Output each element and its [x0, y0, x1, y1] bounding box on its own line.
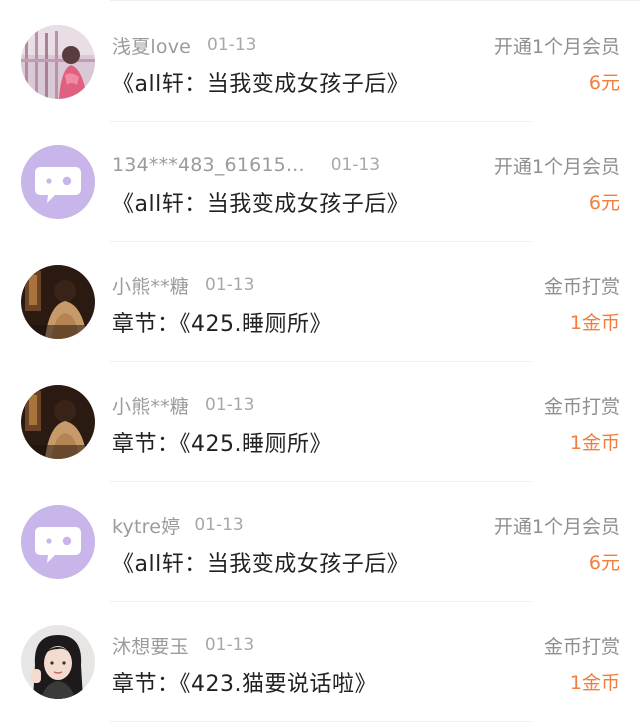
default-chat-bubble-avatar-icon [21, 145, 95, 219]
record-type: 开通1个月会员 [493, 36, 620, 58]
record-amount: 1金币 [569, 312, 620, 334]
list-item[interactable]: 134***483_61615... 01-13 开通1个月会员 《all轩：当… [0, 122, 640, 242]
book-title[interactable]: 《all轩：当我变成女孩子后》 [112, 186, 409, 218]
record-type: 开通1个月会员 [493, 156, 620, 178]
list-item[interactable]: 浅夏love 01-13 开通1个月会员 《all轩：当我变成女孩子后》 6元 [0, 2, 640, 122]
user-photo-portrait-icon [21, 625, 95, 699]
list-item[interactable]: kytre婷 01-13 开通1个月会员 《all轩：当我变成女孩子后》 6元 [0, 482, 640, 602]
record-date: 01-13 [204, 635, 255, 655]
chapter-title[interactable]: 章节：《425.睡厕所》 [112, 426, 332, 458]
book-title[interactable]: 《all轩：当我变成女孩子后》 [112, 66, 409, 98]
record-type: 开通1个月会员 [493, 516, 620, 538]
book-title[interactable]: 《all轩：当我变成女孩子后》 [112, 546, 409, 578]
record-type: 金币打赏 [543, 396, 620, 418]
list-item[interactable]: 沐想要玉 01-13 金币打赏 章节：《423.猫要说话啦》 1金币 [0, 602, 640, 722]
user-info-line: kytre婷 01-13 [112, 512, 244, 538]
record-amount: 1金币 [569, 672, 620, 694]
user-info-line: 134***483_61615... 01-13 [112, 152, 380, 178]
record-date: 01-13 [330, 155, 381, 175]
list-item[interactable]: 小熊**糖 01-13 金币打赏 章节：《425.睡厕所》 1金币 [0, 242, 640, 362]
list-item[interactable]: 小熊**糖 01-13 金币打赏 章节：《425.睡厕所》 1金币 [0, 362, 640, 482]
user-info-line: 小熊**糖 01-13 [112, 272, 254, 298]
record-date: 01-13 [205, 395, 255, 415]
default-chat-bubble-avatar-icon [21, 505, 95, 579]
user-info-line: 浅夏love 01-13 [112, 32, 256, 58]
record-amount: 6元 [588, 552, 620, 574]
record-amount: 1金币 [569, 432, 620, 454]
user-photo-dark-icon [21, 385, 95, 459]
avatar[interactable] [21, 265, 95, 339]
record-amount: 6元 [588, 192, 620, 214]
avatar[interactable] [21, 625, 95, 699]
user-name[interactable]: 浅夏love [112, 32, 191, 59]
list-top-divider [110, 0, 640, 1]
avatar[interactable] [21, 145, 95, 219]
user-photo-dark-icon [21, 265, 95, 339]
chapter-title[interactable]: 章节：《423.猫要说话啦》 [112, 666, 377, 698]
record-type: 金币打赏 [543, 276, 620, 298]
user-photo-pink-icon [21, 25, 95, 99]
avatar[interactable] [21, 505, 95, 579]
chapter-title[interactable]: 章节：《425.睡厕所》 [112, 306, 332, 338]
user-name[interactable]: 沐想要玉 [112, 632, 189, 659]
record-date: 01-13 [207, 35, 257, 55]
avatar[interactable] [21, 385, 95, 459]
user-name[interactable]: 小熊**糖 [112, 392, 189, 419]
user-info-line: 沐想要玉 01-13 [112, 632, 254, 658]
avatar[interactable] [21, 25, 95, 99]
user-name[interactable]: kytre婷 [112, 512, 180, 539]
user-name[interactable]: 134***483_61615... [112, 154, 305, 176]
record-date: 01-13 [205, 275, 255, 295]
record-amount: 6元 [588, 72, 620, 94]
user-name[interactable]: 小熊**糖 [112, 272, 189, 299]
record-type: 金币打赏 [543, 636, 620, 658]
user-info-line: 小熊**糖 01-13 [112, 392, 254, 418]
record-date: 01-13 [194, 515, 244, 535]
